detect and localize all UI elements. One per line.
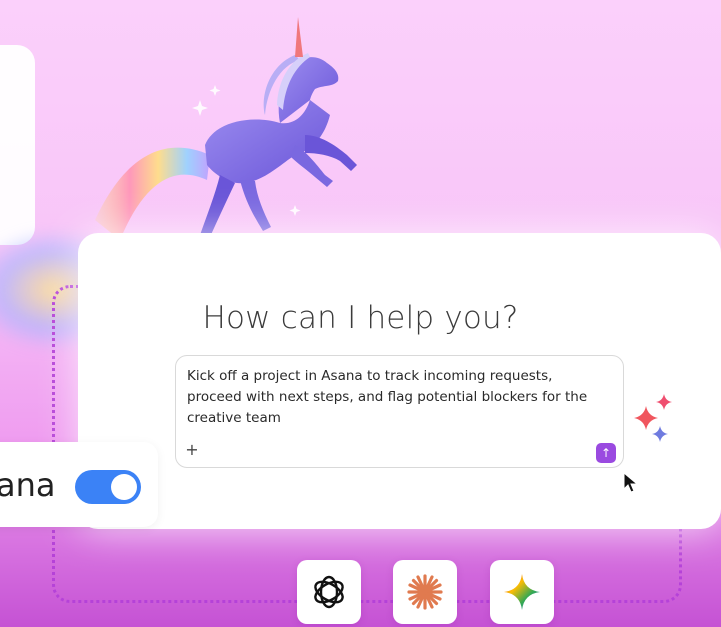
gemini-sparkle-icon — [504, 574, 540, 610]
send-button[interactable]: ↑ — [596, 443, 616, 463]
canvas: How can I help you? Kick off a project i… — [0, 0, 721, 627]
claude-starburst-icon — [407, 574, 443, 610]
assistant-title: How can I help you? — [202, 300, 519, 336]
toggle-knob — [111, 474, 137, 500]
integration-label: ana — [0, 466, 56, 504]
plus-icon[interactable]: + — [184, 442, 200, 458]
sparkles-icon — [634, 394, 672, 442]
integration-toggle[interactable] — [75, 470, 141, 504]
prompt-text[interactable]: Kick off a project in Asana to track inc… — [187, 366, 597, 429]
model-claude-button[interactable] — [393, 560, 457, 624]
unicorn-illustration — [95, 17, 357, 240]
background-panel — [0, 45, 35, 245]
arrow-up-icon: ↑ — [600, 446, 612, 460]
model-gemini-button[interactable] — [490, 560, 554, 624]
model-openai-button[interactable] — [297, 560, 361, 624]
openai-icon — [314, 575, 344, 609]
mouse-cursor-icon — [623, 472, 639, 493]
